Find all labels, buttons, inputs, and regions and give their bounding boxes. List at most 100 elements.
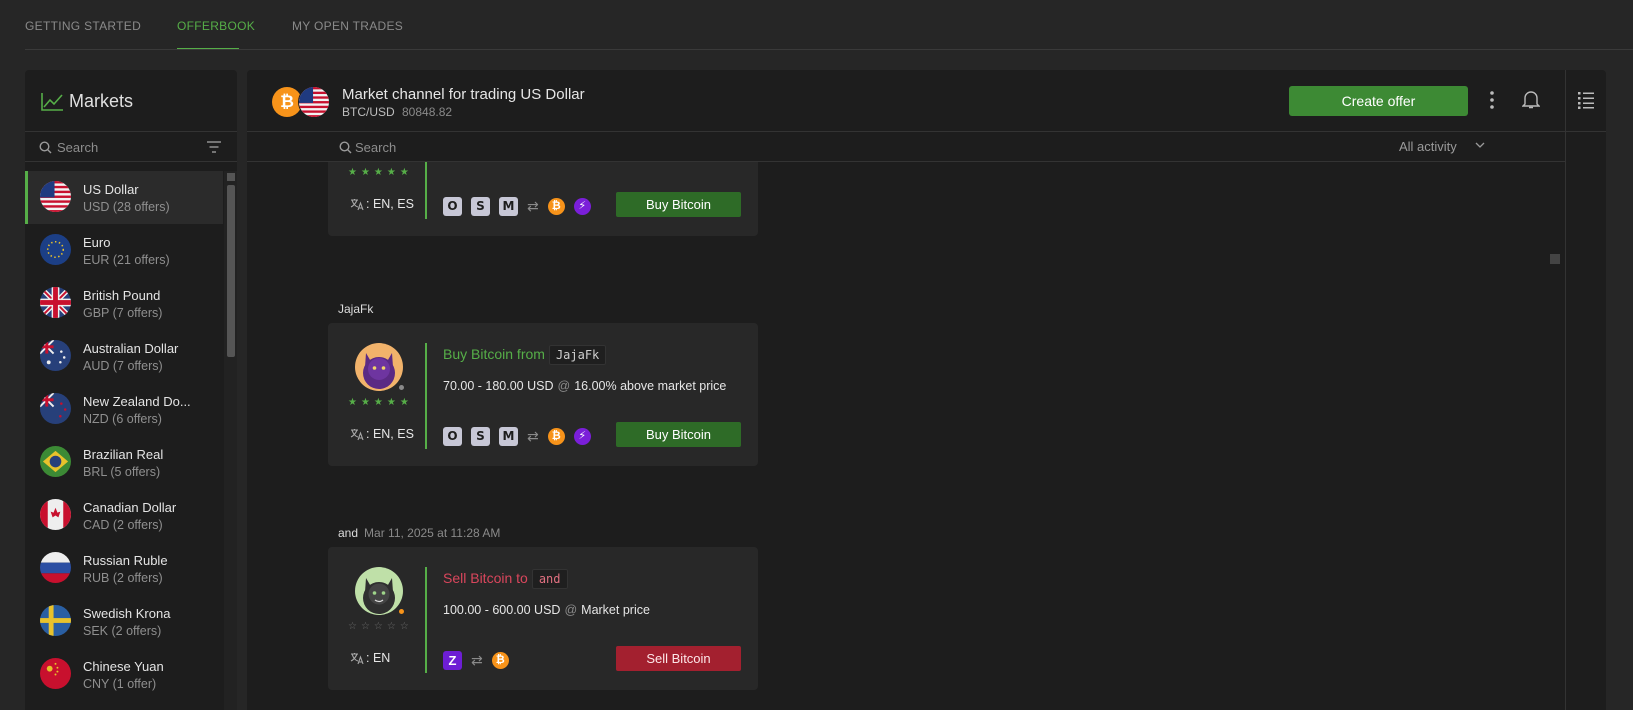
chevron-down-icon[interactable]: [1475, 142, 1485, 149]
payment-method-badge: M: [499, 426, 518, 446]
market-item-rub[interactable]: Russian Ruble RUB (2 offers): [25, 542, 223, 595]
avatar[interactable]: [355, 343, 403, 391]
market-search-input[interactable]: Search: [57, 140, 98, 155]
market-name: New Zealand Do...: [83, 394, 191, 409]
activity-filter-dropdown[interactable]: All activity: [1399, 139, 1457, 154]
language-list: : EN: [366, 651, 391, 665]
author-name[interactable]: and: [338, 526, 358, 540]
payment-method-badge: O: [443, 196, 462, 216]
bell-icon[interactable]: [1522, 89, 1540, 109]
uk-flag-icon: [40, 287, 71, 318]
translate-icon: [350, 199, 364, 211]
us-flag-icon: [298, 86, 330, 118]
list-icon[interactable]: [1578, 91, 1594, 109]
offer-languages: : EN, ES: [350, 427, 414, 441]
payment-method-badge: O: [443, 426, 462, 446]
scroll-up-icon[interactable]: [227, 173, 235, 181]
market-item-cny[interactable]: Chinese Yuan CNY (1 offer): [25, 648, 223, 701]
offer-price: 16.00% above market price: [574, 379, 727, 393]
offer-price: Market price: [581, 603, 650, 617]
market-offer-count: USD (28 offers): [83, 200, 170, 214]
offer-direction: Sell Bitcoin to: [443, 570, 528, 586]
payment-method-badge: M: [499, 196, 518, 216]
at-sign: @: [564, 603, 578, 617]
offer-messages: ★★★★★ : EN, ES O S M ⇄ ₿ ⚡ Buy Bitcoin J…: [247, 162, 1565, 710]
market-item-cad[interactable]: Canadian Dollar CAD (2 offers): [25, 489, 223, 542]
offer-amount: 100.00 - 600.00 USD @ Market price: [443, 603, 650, 617]
market-search[interactable]: Search: [25, 132, 237, 162]
offer-accent-bar: [425, 567, 427, 673]
buy-bitcoin-button[interactable]: Buy Bitcoin: [616, 192, 741, 217]
offer-accent-bar: [425, 162, 427, 219]
translate-icon: [350, 429, 364, 441]
status-dot: [399, 609, 404, 614]
us-flag-icon: [40, 181, 71, 212]
top-navigation: GETTING STARTED OFFERBOOK MY OPEN TRADES: [0, 0, 1633, 50]
channel-search-bar: Search All activity: [247, 132, 1565, 162]
message-timestamp: Mar 11, 2025 at 11:28 AM: [364, 526, 501, 540]
market-offer-count: GBP (7 offers): [83, 306, 163, 320]
market-item-gbp[interactable]: British Pound GBP (7 offers): [25, 277, 223, 330]
market-item-sek[interactable]: Swedish Krona SEK (2 offers): [25, 595, 223, 648]
panel-divider: [1565, 70, 1566, 710]
reputation-stars: ★★★★★: [348, 167, 413, 178]
author-name[interactable]: JajaFk: [338, 302, 373, 316]
exchange-arrows-icon: ⇄: [527, 197, 539, 214]
market-name: Brazilian Real: [83, 447, 164, 462]
offer-username[interactable]: JajaFk: [548, 345, 607, 365]
offer-languages: : EN, ES: [350, 197, 414, 211]
amount-range: 100.00 - 600.00 USD: [443, 603, 561, 617]
market-name: Euro: [83, 235, 111, 250]
create-offer-button[interactable]: Create offer: [1289, 86, 1468, 116]
market-offer-count: NZD (6 offers): [83, 412, 162, 426]
offer-headline: Buy Bitcoin from JajaFk: [443, 345, 607, 365]
market-offer-count: AUD (7 offers): [83, 359, 163, 373]
offer-card: ★★★★★ : EN, ES Buy Bitcoin from JajaFk 70…: [328, 323, 758, 466]
sell-bitcoin-button[interactable]: Sell Bitcoin: [616, 646, 741, 671]
market-name: Russian Ruble: [83, 553, 168, 568]
market-name: Swedish Krona: [83, 606, 171, 621]
exchange-arrows-icon: ⇄: [471, 651, 483, 668]
market-pair: BTC/USD: [342, 105, 395, 119]
filter-icon[interactable]: [207, 141, 221, 153]
zelle-icon: Z: [443, 650, 462, 670]
channel-search-input[interactable]: Search: [355, 140, 396, 155]
market-item-nzd[interactable]: New Zealand Do... NZD (6 offers): [25, 383, 223, 436]
buy-bitcoin-button[interactable]: Buy Bitcoin: [616, 422, 741, 447]
markets-header: Markets: [25, 70, 237, 132]
market-item-usd[interactable]: US Dollar USD (28 offers): [25, 171, 223, 224]
scrollbar-thumb[interactable]: [227, 185, 235, 357]
market-item-eur[interactable]: Euro EUR (21 offers): [25, 224, 223, 277]
search-icon: [39, 141, 52, 154]
tab-my-open-trades[interactable]: MY OPEN TRADES: [292, 19, 403, 33]
new-zealand-flag-icon: [40, 393, 71, 424]
message-author: and Mar 11, 2025 at 11:28 AM: [338, 526, 500, 540]
search-icon: [339, 141, 352, 154]
avatar[interactable]: [355, 567, 403, 615]
channel-title: Market channel for trading US Dollar: [342, 86, 585, 103]
payment-methods: O S M ⇄ ₿ ⚡: [443, 426, 591, 446]
market-list-scrollbar[interactable]: [224, 171, 237, 710]
markets-title: Markets: [69, 91, 134, 111]
market-item-aud[interactable]: Australian Dollar AUD (7 offers): [25, 330, 223, 383]
at-sign: @: [557, 379, 571, 393]
offer-headline: Sell Bitcoin to and: [443, 569, 568, 589]
market-offer-count: CNY (1 offer): [83, 677, 157, 691]
tab-getting-started[interactable]: GETTING STARTED: [25, 19, 141, 33]
language-list: : EN, ES: [366, 197, 414, 211]
scroll-up-icon[interactable]: [1550, 254, 1560, 264]
offer-username[interactable]: and: [531, 569, 568, 589]
bitcoin-icon: ₿: [491, 651, 509, 669]
market-channel: ₿ Market channel for trading US Dollar B…: [247, 70, 1606, 710]
nav-divider: [25, 49, 1633, 50]
reputation-stars: ★★★★★: [348, 397, 413, 408]
status-dot: [399, 385, 404, 390]
vertical-dots-icon[interactable]: [1489, 90, 1495, 110]
channel-header: ₿ Market channel for trading US Dollar B…: [247, 70, 1606, 710]
market-list: US Dollar USD (28 offers) Euro EUR (21 o…: [25, 171, 223, 701]
offer-card: ☆☆☆☆☆ : EN Sell Bitcoin to and 100.00 - 6…: [328, 547, 758, 690]
market-item-brl[interactable]: Brazilian Real BRL (5 offers): [25, 436, 223, 489]
tab-offerbook[interactable]: OFFERBOOK: [177, 19, 255, 33]
offer-amount: 70.00 - 180.00 USD @16.00% above market p…: [443, 379, 726, 393]
lightning-icon: ⚡: [573, 427, 591, 445]
